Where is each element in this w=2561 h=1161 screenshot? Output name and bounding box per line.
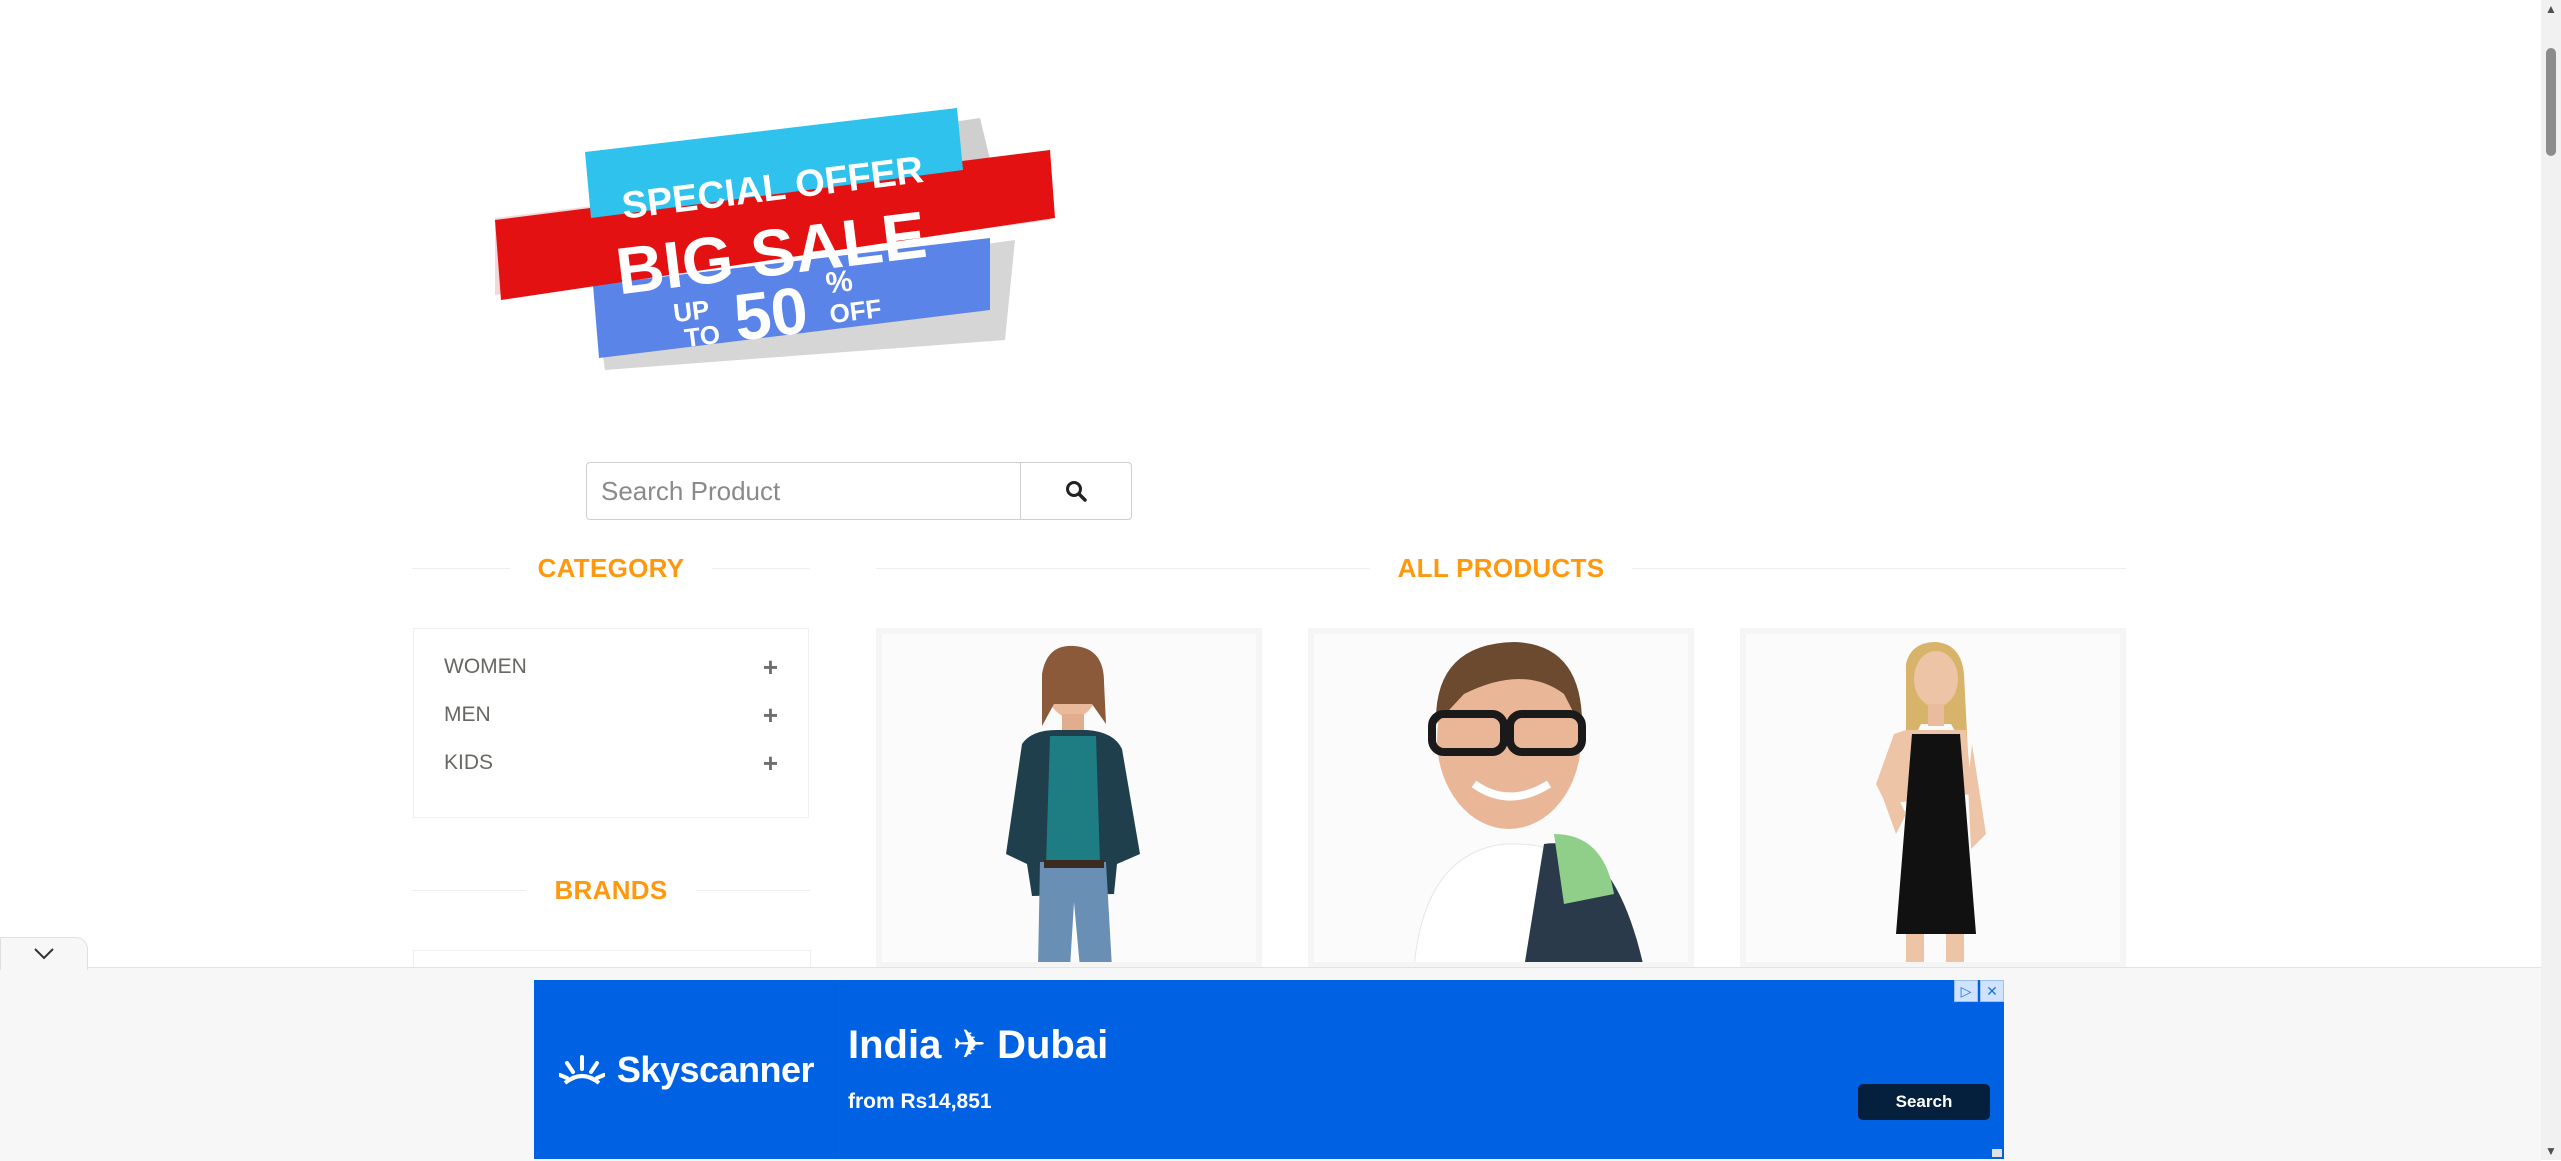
adchoices-icon[interactable]: ▷	[1954, 980, 1978, 1002]
category-label: WOMEN	[444, 655, 527, 678]
product-card[interactable]	[1308, 628, 1694, 968]
sale-banner[interactable]: SPECIAL OFFER BIG SALE UP TO 50 % OFF	[495, 100, 1085, 370]
scroll-thumb[interactable]	[2546, 48, 2556, 156]
ad-collapse-button[interactable]	[0, 937, 88, 970]
ad-price: from Rs14,851	[848, 1090, 992, 1113]
products-heading: ALL PRODUCTS	[876, 548, 2127, 588]
category-panel: WOMEN + MEN + KIDS +	[413, 628, 809, 818]
search-button[interactable]	[1020, 462, 1132, 520]
product-image	[882, 634, 1256, 962]
products-title: ALL PRODUCTS	[1397, 552, 1605, 583]
close-icon[interactable]: ✕	[1980, 980, 2004, 1002]
divider	[695, 889, 810, 891]
chevron-down-icon	[34, 948, 54, 960]
plus-icon[interactable]: +	[763, 750, 778, 776]
scroll-down-arrow[interactable]: ▼	[2544, 1144, 2558, 1158]
route-to: Dubai	[997, 1023, 1109, 1067]
category-item-kids[interactable]: KIDS +	[444, 739, 778, 787]
sun-icon	[558, 1054, 605, 1085]
scrollbar[interactable]: ▲ ▼	[2541, 0, 2561, 1160]
plus-icon[interactable]: +	[763, 702, 778, 728]
divider	[712, 567, 811, 569]
category-title: CATEGORY	[537, 552, 685, 583]
search-input[interactable]	[586, 462, 1020, 520]
divider	[1632, 567, 2127, 569]
product-image	[1746, 634, 2120, 962]
product-card[interactable]	[1740, 628, 2126, 968]
ad-route: India ✈ Dubai	[848, 1022, 1108, 1068]
ad-resize-handle	[1992, 1149, 2002, 1157]
category-label: KIDS	[444, 751, 494, 774]
ad-search-button[interactable]: Search	[1858, 1084, 1990, 1120]
ad-logo: Skyscanner	[534, 980, 840, 1159]
banner-value: 50	[730, 272, 812, 354]
banner-pct: %	[824, 264, 855, 300]
scroll-up-arrow[interactable]: ▲	[2544, 2, 2558, 16]
category-heading: CATEGORY	[412, 548, 811, 588]
plane-icon: ✈	[952, 1023, 986, 1067]
brands-heading: BRANDS	[412, 870, 810, 910]
category-label: MEN	[444, 703, 491, 726]
route-from: India	[848, 1023, 942, 1067]
search-icon	[1066, 481, 1087, 502]
banner-off: OFF	[828, 293, 883, 329]
divider	[412, 567, 510, 569]
category-item-men[interactable]: MEN +	[444, 691, 778, 739]
divider	[412, 889, 527, 891]
brands-title: BRANDS	[554, 874, 668, 905]
ad-choices[interactable]: ▷ ✕	[1954, 980, 2004, 1002]
search-bar	[586, 462, 1132, 522]
page: SPECIAL OFFER BIG SALE UP TO 50 % OFF CA…	[0, 0, 2541, 1161]
product-image	[1314, 634, 1688, 962]
skyscanner-ad[interactable]: Skyscanner India ✈ Dubai from Rs14,851 S…	[534, 980, 2004, 1159]
divider	[876, 567, 1370, 569]
banner-to: TO	[683, 319, 722, 353]
category-item-women[interactable]: WOMEN +	[444, 643, 778, 691]
plus-icon[interactable]: +	[763, 654, 778, 680]
product-card[interactable]	[876, 628, 1262, 968]
ad-brand: Skyscanner	[616, 1048, 815, 1090]
